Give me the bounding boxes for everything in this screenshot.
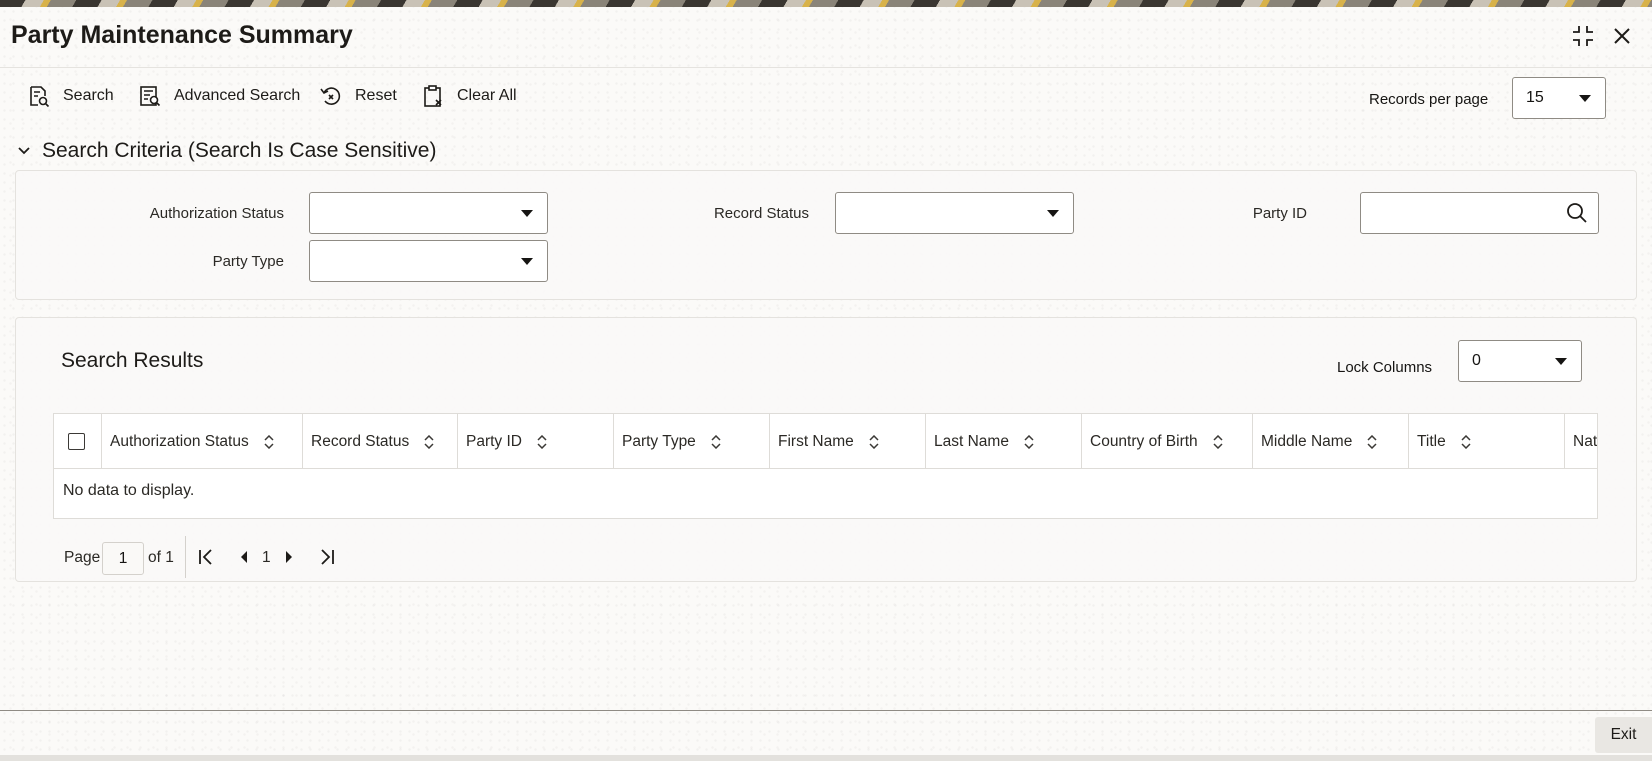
reset-icon [320,87,341,105]
next-page-icon[interactable] [279,547,299,567]
sort-icon[interactable] [536,434,548,449]
records-per-page-select[interactable]: 15 [1512,77,1606,119]
column-header-label: Last Name [934,432,1009,450]
party-id-input[interactable] [1360,192,1599,234]
page-number-value: 1 [118,549,128,567]
empty-message: No data to display. [63,482,195,499]
previous-page-icon[interactable] [234,547,254,567]
clear-all-button-label: Clear All [457,87,517,104]
pager-divider [185,536,186,578]
chevron-down-icon [18,147,30,155]
column-header-label: First Name [778,432,854,450]
footer-divider [0,710,1652,711]
column-header-label: Country of Birth [1090,432,1198,450]
authorization-status-label: Authorization Status [149,205,284,222]
column-header-label: Nati [1573,432,1598,450]
compress-icon[interactable] [1570,23,1596,49]
search-button[interactable]: Search [27,81,114,111]
select-all-cell [54,414,102,469]
chevron-down-icon [521,210,533,217]
column-header-label: Authorization Status [110,432,249,450]
close-icon[interactable] [1609,23,1635,49]
column-header-label: Middle Name [1261,432,1353,450]
column-header[interactable]: Record Status [302,414,458,469]
sort-icon[interactable] [263,434,275,449]
lock-columns-select[interactable]: 0 [1458,340,1582,382]
search-button-label: Search [63,87,114,104]
title-divider [0,67,1652,68]
chevron-down-icon [1047,210,1059,217]
lock-columns-label: Lock Columns [1337,359,1433,376]
first-page-icon[interactable] [196,547,216,567]
search-doc-icon [30,86,50,108]
sort-icon[interactable] [710,434,722,449]
column-header[interactable]: Last Name [925,414,1082,469]
records-per-page-value: 15 [1526,89,1544,106]
chevron-down-icon [1579,95,1591,102]
advanced-search-button-label: Advanced Search [174,87,301,104]
page-title: Party Maintenance Summary [11,21,353,49]
column-header[interactable]: First Name [769,414,926,469]
column-header-label: Party ID [466,432,522,450]
column-header-label: Record Status [311,432,410,450]
search-results-title: Search Results [61,349,204,372]
page-label: Page [64,549,101,566]
column-header[interactable]: Country of Birth [1081,414,1253,469]
sort-icon[interactable] [423,434,435,449]
background-banner [0,0,1652,7]
bottom-edge [0,755,1652,761]
clipboard-clear-icon [424,85,442,107]
records-per-page-label: Records per page [1369,91,1489,108]
advanced-search-button[interactable]: Advanced Search [138,81,300,111]
sort-icon[interactable] [1023,434,1035,449]
column-header-label: Title [1417,432,1446,450]
column-header-label: Party Type [622,432,696,450]
summary-window: Party Maintenance Summary Search Advance… [0,7,1652,755]
sort-icon[interactable] [1460,434,1472,449]
record-status-select[interactable] [835,192,1074,234]
clear-all-button[interactable]: Clear All [421,81,517,111]
record-status-label: Record Status [713,205,809,222]
sort-icon[interactable] [1212,434,1224,449]
exit-button[interactable]: Exit [1595,717,1652,753]
lock-columns-value: 0 [1472,352,1481,369]
party-id-label: Party ID [1252,205,1307,222]
reset-button[interactable]: Reset [319,81,397,111]
search-criteria-title: Search Criteria (Search Is Case Sensitiv… [42,139,437,162]
reset-button-label: Reset [355,87,397,104]
search-icon[interactable] [1566,202,1588,224]
table-header: Authorization Status Record Status Party… [54,414,1598,469]
advanced-search-icon [140,86,161,107]
results-table: Authorization Status Record Status Party… [53,413,1598,519]
column-header[interactable]: Party ID [457,414,614,469]
column-header[interactable]: Middle Name [1252,414,1409,469]
column-header[interactable]: Nati [1564,414,1598,469]
page-number-input[interactable]: 1 [102,542,144,575]
column-header[interactable]: Authorization Status [101,414,303,469]
chevron-down-icon [521,258,533,265]
sort-icon[interactable] [868,434,880,449]
search-criteria-panel: Authorization Status Record Status Party… [15,170,1637,300]
column-header[interactable]: Title [1408,414,1565,469]
sort-icon[interactable] [1366,434,1378,449]
page-count-label: of 1 [148,549,174,566]
search-criteria-toggle[interactable]: Search Criteria (Search Is Case Sensitiv… [16,139,436,163]
select-all-checkbox[interactable] [68,433,85,450]
current-page-number[interactable]: 1 [262,542,271,574]
authorization-status-select[interactable] [309,192,548,234]
party-type-select[interactable] [309,240,548,282]
party-type-label: Party Type [212,253,284,270]
last-page-icon[interactable] [317,547,337,567]
chevron-down-icon [1555,358,1567,365]
column-header[interactable]: Party Type [613,414,770,469]
